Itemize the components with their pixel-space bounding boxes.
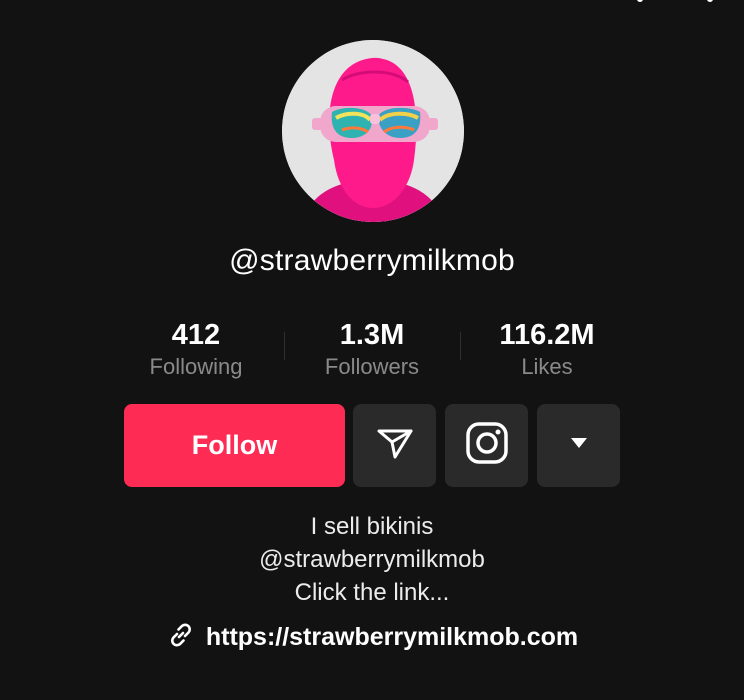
follow-button[interactable]: Follow [124, 404, 345, 487]
action-buttons: Follow [0, 404, 744, 487]
likes-count: 116.2M [499, 319, 595, 351]
username: @strawberrymilkmob [229, 244, 515, 277]
profile-header: @strawberrymilkmob 412 Following 1.3M Fo… [0, 0, 744, 700]
stats-row: 412 Following 1.3M Followers 116.2M Like… [0, 318, 744, 388]
following-count: 412 [171, 319, 221, 351]
avatar-image [282, 40, 464, 222]
paper-plane-icon [375, 423, 415, 468]
instagram-icon [465, 421, 509, 470]
bio-line: @strawberrymilkmob [259, 546, 485, 573]
stat-following[interactable]: 412 Following [121, 318, 271, 382]
bio: I sell bikinis @strawberrymilkmob Click … [0, 510, 744, 609]
followers-label: Followers [324, 354, 420, 379]
link-url[interactable]: https://strawberrymilkmob.com [206, 623, 578, 652]
stat-divider [284, 332, 285, 360]
more-options-button[interactable] [537, 404, 620, 487]
avatar[interactable] [282, 40, 464, 222]
following-label: Following [149, 354, 243, 379]
top-cropped-strip [560, 0, 740, 6]
link-icon [166, 620, 196, 655]
stat-followers[interactable]: 1.3M Followers [297, 318, 447, 382]
followers-count: 1.3M [339, 319, 405, 351]
instagram-button[interactable] [445, 404, 528, 487]
bio-line: Click the link... [294, 579, 450, 606]
bio-line: I sell bikinis [310, 513, 434, 540]
profile-link[interactable]: https://strawberrymilkmob.com [0, 620, 744, 655]
caret-down-icon [569, 436, 589, 455]
stat-divider [460, 332, 461, 360]
send-message-button[interactable] [353, 404, 436, 487]
likes-label: Likes [521, 354, 573, 379]
stat-likes[interactable]: 116.2M Likes [472, 318, 622, 382]
